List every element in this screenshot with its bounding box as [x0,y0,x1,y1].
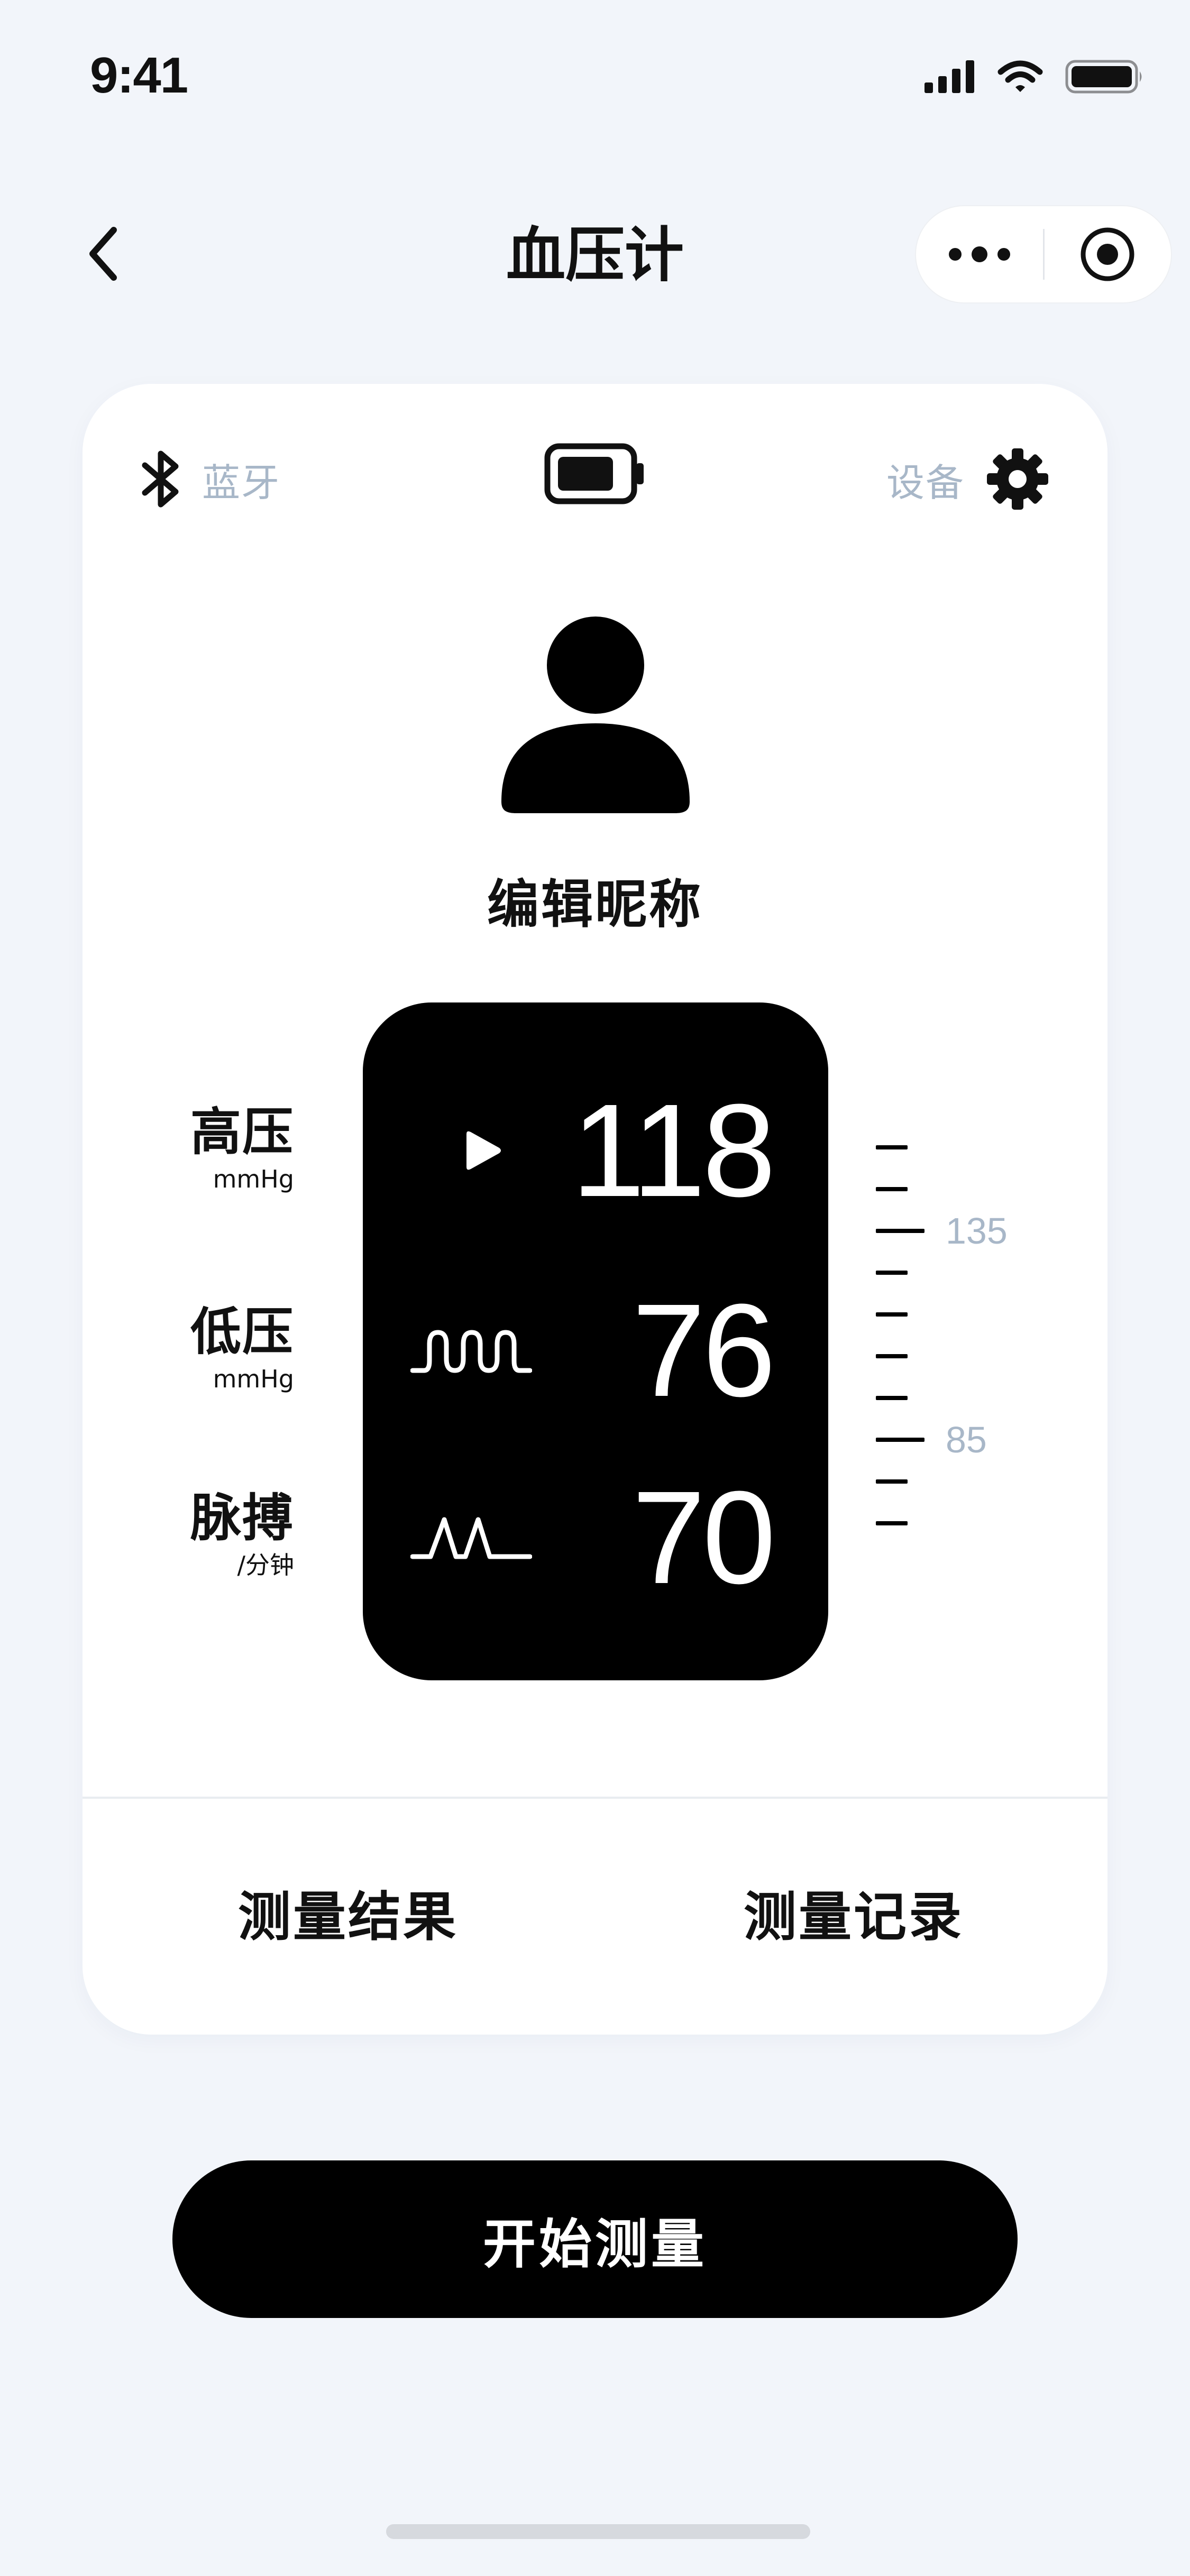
device-label: 设备 [886,460,965,505]
device-status-bar: 蓝牙 设备 [141,442,1049,516]
scale-tick [876,1479,908,1484]
scale-tick [876,1521,908,1525]
battery-icon [1065,60,1142,94]
pulse-row: 70 [363,1458,828,1617]
status-time: 9:41 [90,47,188,104]
device-battery-icon [544,443,644,504]
device-settings[interactable]: 设备 [886,447,1049,511]
systolic-row: 118 [363,1071,828,1230]
scale-label: 85 [946,1419,987,1460]
pulse-unit: /分钟 [237,1551,295,1579]
start-measure-button[interactable]: 开始测量 [172,2160,1018,2318]
scale-tick [876,1271,908,1275]
diastolic-unit: mmHg [213,1365,294,1393]
pulse-wave-icon [410,1517,532,1559]
systolic-unit: mmHg [213,1165,294,1193]
more-dots-icon [948,246,1010,262]
device-card: 蓝牙 设备 编辑昵称 高压 mmHg 低压 mmHg 脉搏 /分钟 118 76… [83,384,1107,2035]
tab-measure-result[interactable]: 测量结果 [238,1885,458,1949]
scale-tick [876,1354,908,1358]
pulse-label-block: 脉搏 /分钟 [190,1489,294,1581]
edit-nickname[interactable]: 编辑昵称 [83,862,1107,937]
systolic-label-block: 高压 mmHg [190,1103,294,1195]
gear-icon [987,448,1048,510]
pulse-value: 70 [631,1464,776,1611]
cellular-signal-icon [924,60,974,93]
scale-tick [876,1187,908,1191]
systolic-value: 118 [571,1077,776,1224]
scale-tick [876,1396,908,1400]
diastolic-label-block: 低压 mmHg [190,1303,294,1395]
scale-label: 135 [946,1210,1008,1252]
diastolic-value: 76 [631,1276,776,1424]
status-icons [924,58,1145,95]
square-wave-icon [410,1330,532,1373]
target-close-icon [1081,227,1134,281]
reading-panel: 118 76 70 [363,1002,828,1680]
home-indicator [386,2524,810,2539]
mini-program-capsule [915,205,1172,303]
diastolic-label: 低压 [190,1302,294,1361]
systolic-label: 高压 [190,1102,294,1162]
scale-tick [876,1438,924,1442]
close-button[interactable] [1045,206,1171,302]
diastolic-row: 76 [363,1271,828,1430]
wifi-icon [997,60,1043,92]
scale-tick [876,1229,924,1233]
play-triangle-icon [466,1131,501,1170]
more-button[interactable] [916,206,1043,302]
scale-tick [876,1145,908,1149]
pressure-scale: 135 85 [876,1145,1087,1568]
pulse-label: 脉搏 [190,1488,294,1548]
user-avatar-icon[interactable] [500,617,690,817]
tab-measure-history[interactable]: 测量记录 [744,1885,964,1949]
scale-tick [876,1312,908,1317]
card-divider [83,1797,1107,1799]
